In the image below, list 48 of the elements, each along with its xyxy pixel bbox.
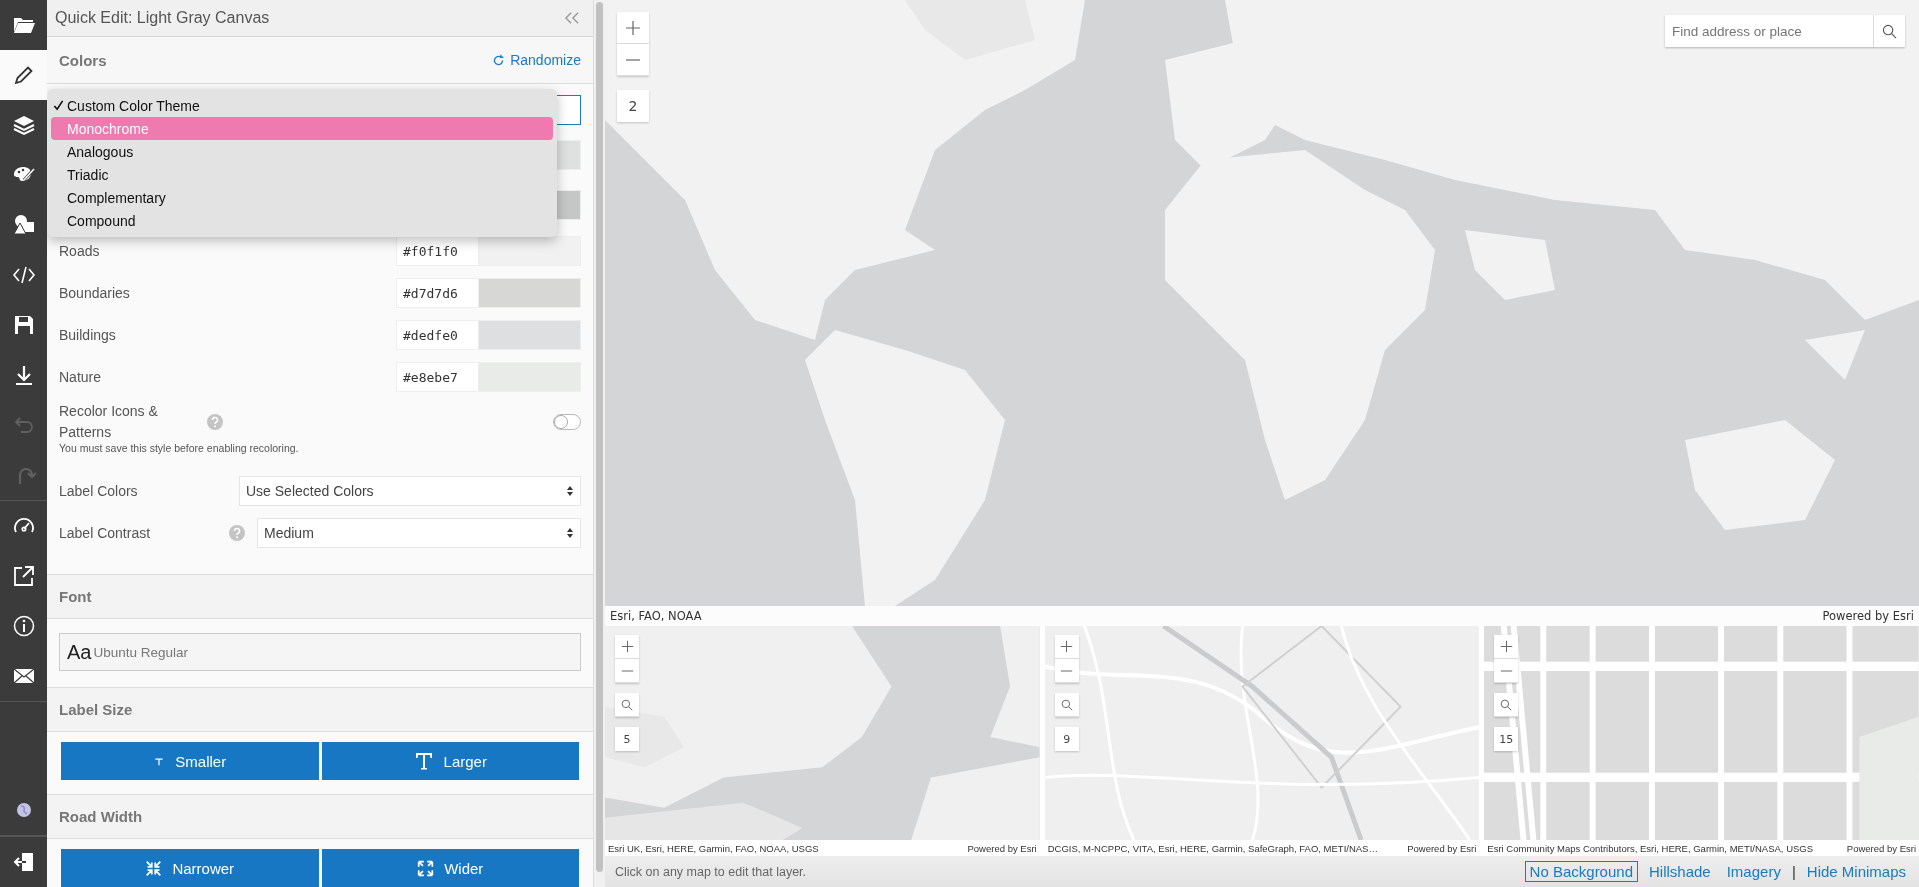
zoom-level: 5: [615, 727, 639, 751]
section-heading: Road Width: [59, 808, 143, 825]
field-label: Roads: [59, 243, 101, 259]
hex-input[interactable]: #e8ebe7: [396, 362, 478, 392]
section-heading: Label Size: [59, 701, 133, 718]
menu-item[interactable]: Analogous: [51, 140, 553, 163]
hint-text: You must save this style before enabling recoloring.: [59, 442, 300, 454]
hex-input[interactable]: #f0f1f0: [396, 236, 478, 266]
status-text: Click on any map to edit that layer.: [615, 864, 807, 879]
zoom-level: 2: [617, 90, 649, 122]
basemap-link[interactable]: Hillshade: [1644, 861, 1716, 882]
attribution-text: Esri Community Maps Contributors, Esri, HERE, Garmin, METI/NASA, USGS: [1487, 842, 1814, 854]
basemap-link[interactable]: Imagery: [1721, 861, 1786, 882]
field-label: Boundaries: [59, 285, 131, 301]
menu-item[interactable]: Custom Color Theme: [51, 94, 553, 117]
zoom-level: 15: [1494, 727, 1519, 751]
label-size-button[interactable]: Smaller: [61, 742, 319, 780]
select-field[interactable]: Use Selected Colors: [239, 476, 581, 506]
panel-title: Quick Edit: Light Gray Canvas: [55, 9, 270, 27]
menu-item[interactable]: Compound: [51, 209, 553, 232]
randomize-link[interactable]: Randomize: [492, 52, 581, 68]
menu-item[interactable]: Complementary: [51, 186, 553, 209]
field-label: Recolor Icons & Patterns: [59, 402, 159, 442]
attribution-text: Esri UK, Esri, HERE, Garmin, FAO, NOAA, USGS: [608, 842, 819, 854]
road-width-button[interactable]: Wider: [321, 849, 579, 887]
road-width-button[interactable]: Narrower: [61, 849, 319, 887]
field-label: Label Contrast: [59, 525, 152, 541]
field-label: Label Colors: [59, 483, 139, 499]
hex-input[interactable]: #dedfe0: [396, 320, 478, 350]
attribution-text: DCGIS, M-NCPPC, VITA, Esri, HERE, Garmin, SafeGraph, FAO, METI/NAS…: [1047, 842, 1378, 854]
field-label: Buildings: [59, 327, 117, 343]
zoom-level: 9: [1054, 727, 1079, 751]
basemap-link[interactable]: Hide Minimaps: [1801, 861, 1911, 882]
section-heading: Font: [59, 588, 92, 605]
powered-by-text: Powered by Esri: [967, 842, 1037, 854]
section-heading: Colors: [59, 51, 107, 69]
attribution-text: Esri, FAO, NOAA: [610, 609, 702, 623]
powered-by-text: Powered by Esri: [1846, 842, 1916, 854]
select-field[interactable]: Medium: [257, 518, 581, 548]
font-picker[interactable]: AaUbuntu Regular: [59, 633, 581, 671]
separator: |: [1791, 863, 1796, 880]
field-label: Nature: [59, 369, 103, 385]
powered-by-text: Powered by Esri: [1822, 609, 1914, 623]
menu-item[interactable]: Triadic: [51, 163, 553, 186]
powered-by-text: Powered by Esri: [1407, 842, 1477, 854]
basemap-link[interactable]: No Background: [1524, 861, 1638, 882]
label-size-button[interactable]: Larger: [321, 742, 579, 780]
hex-input[interactable]: #d7d7d6: [396, 278, 478, 308]
